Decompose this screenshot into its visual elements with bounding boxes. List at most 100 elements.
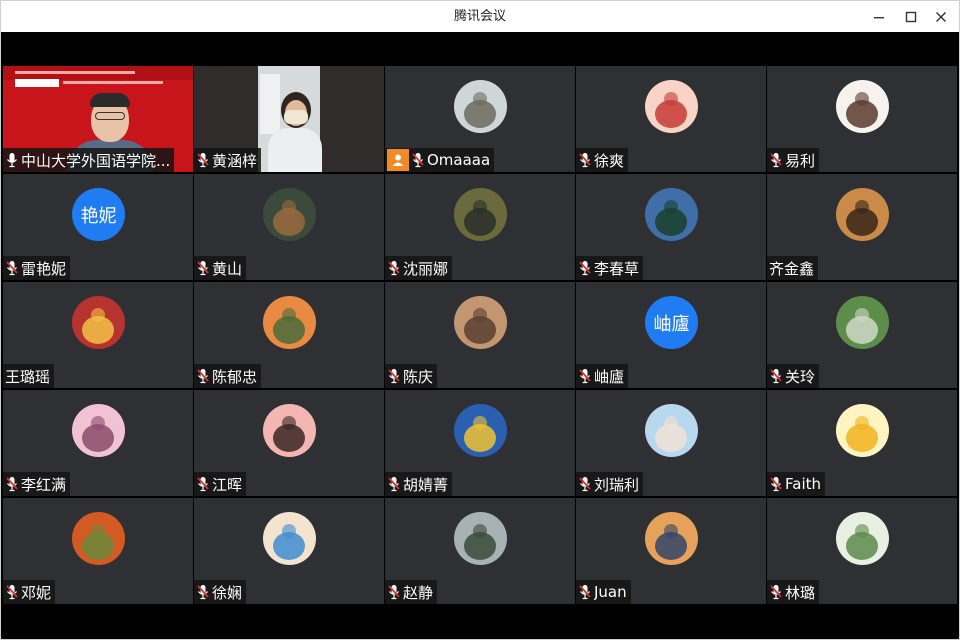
mic-muted-icon	[770, 585, 782, 600]
avatar	[454, 404, 507, 457]
participant-tile[interactable]: 中山大学外国语学院...	[3, 66, 193, 172]
name-tag: 胡婧菁	[385, 472, 453, 496]
name-tag: 徐爽	[576, 148, 629, 172]
minimize-button[interactable]	[863, 1, 895, 32]
name-tag: 徐娴	[194, 580, 247, 604]
avatar	[454, 296, 507, 349]
participant-name: 易利	[785, 151, 816, 170]
participant-tile[interactable]: 李春草	[576, 174, 766, 280]
minimize-icon	[874, 16, 884, 18]
participant-name: 齐金鑫	[769, 259, 815, 278]
participant-tile[interactable]: Omaaaa	[385, 66, 575, 172]
participant-tile[interactable]: 艳妮 雷艳妮	[3, 174, 193, 280]
participant-name: 黄山	[212, 259, 243, 278]
avatar	[72, 404, 125, 457]
name-tag: 黄山	[194, 256, 247, 280]
mic-muted-icon	[388, 585, 400, 600]
name-tag: 陈郁忠	[194, 364, 262, 388]
name-tag: 关玲	[767, 364, 820, 388]
participant-name: 徐爽	[594, 151, 625, 170]
participant-tile[interactable]: 陈郁忠	[194, 282, 384, 388]
mic-icon	[7, 153, 17, 168]
avatar	[836, 296, 889, 349]
mic-muted-icon	[197, 477, 209, 492]
participant-name: 江晖	[212, 475, 243, 494]
participant-tile[interactable]: 王璐瑶	[3, 282, 193, 388]
avatar	[263, 404, 316, 457]
name-tag: 黄涵梓	[194, 148, 262, 172]
name-tag: 易利	[767, 148, 820, 172]
participant-tile[interactable]: 胡婧菁	[385, 390, 575, 496]
avatar	[645, 80, 698, 133]
mic-muted-icon	[579, 477, 591, 492]
participant-name: 李春草	[594, 259, 640, 278]
participant-name: 李红满	[21, 475, 67, 494]
avatar	[454, 80, 507, 133]
video-stage: 中山大学外国语学院... 黄涵梓 Omaaaa 徐爽 易利 艳妮 雷艳妮 黄山 沈丽娜 李春草 齐金…	[3, 32, 957, 639]
name-tag: 刘瑞利	[576, 472, 644, 496]
avatar	[836, 188, 889, 241]
title-bar[interactable]: 腾讯会议	[1, 1, 959, 32]
participant-tile[interactable]: Juan	[576, 498, 766, 604]
mic-muted-icon	[412, 153, 424, 168]
name-tag: 沈丽娜	[385, 256, 453, 280]
participant-tile[interactable]: 徐爽	[576, 66, 766, 172]
mic-muted-icon	[770, 153, 782, 168]
participant-tile[interactable]: 刘瑞利	[576, 390, 766, 496]
mic-muted-icon	[770, 477, 782, 492]
participant-tile[interactable]: 齐金鑫	[767, 174, 957, 280]
mic-muted-icon	[6, 585, 18, 600]
participant-name: 岫廬	[594, 367, 625, 386]
participant-tile[interactable]: 邓妮	[3, 498, 193, 604]
participant-name: 陈郁忠	[212, 367, 258, 386]
participant-tile[interactable]: Faith	[767, 390, 957, 496]
close-button[interactable]	[925, 1, 957, 32]
mic-muted-icon	[388, 369, 400, 384]
participant-tile[interactable]: 江晖	[194, 390, 384, 496]
participant-name: 黄涵梓	[212, 151, 258, 170]
mic-muted-icon	[770, 369, 782, 384]
avatar	[645, 404, 698, 457]
participant-name: 沈丽娜	[403, 259, 449, 278]
mic-muted-icon	[388, 261, 400, 276]
avatar-initials: 岫廬	[645, 296, 698, 349]
participant-tile[interactable]: 徐娴	[194, 498, 384, 604]
avatar	[263, 512, 316, 565]
mic-muted-icon	[579, 261, 591, 276]
participant-name: 胡婧菁	[403, 475, 449, 494]
name-tag: 王璐瑶	[3, 364, 55, 388]
maximize-icon	[905, 11, 917, 22]
avatar-initials: 艳妮	[72, 188, 125, 241]
host-user-icon	[387, 149, 409, 171]
participant-tile[interactable]: 关玲	[767, 282, 957, 388]
bottom-bar	[3, 606, 957, 639]
participant-tile[interactable]: 易利	[767, 66, 957, 172]
mic-muted-icon	[197, 261, 209, 276]
avatar	[836, 512, 889, 565]
name-tag: 李红满	[3, 472, 71, 496]
name-tag: 林璐	[767, 580, 820, 604]
participant-tile[interactable]: 林璐	[767, 498, 957, 604]
participant-tile[interactable]: 黄山	[194, 174, 384, 280]
avatar	[263, 296, 316, 349]
avatar	[72, 512, 125, 565]
close-icon	[936, 11, 946, 22]
participant-name: 雷艳妮	[21, 259, 67, 278]
participant-tile[interactable]: 黄涵梓	[194, 66, 384, 172]
participant-tile[interactable]: 李红满	[3, 390, 193, 496]
avatar	[645, 512, 698, 565]
mic-muted-icon	[6, 477, 18, 492]
participant-tile[interactable]: 沈丽娜	[385, 174, 575, 280]
participant-tile[interactable]: 陈庆	[385, 282, 575, 388]
mic-muted-icon	[197, 153, 209, 168]
window-title: 腾讯会议	[453, 9, 506, 24]
maximize-button[interactable]	[895, 1, 927, 32]
mic-muted-icon	[197, 369, 209, 384]
name-tag: 江晖	[194, 472, 247, 496]
name-tag: 齐金鑫	[767, 256, 819, 280]
avatar	[454, 188, 507, 241]
participant-tile[interactable]: 赵静	[385, 498, 575, 604]
name-tag: 雷艳妮	[3, 256, 71, 280]
participant-tile[interactable]: 岫廬 岫廬	[576, 282, 766, 388]
avatar	[72, 296, 125, 349]
